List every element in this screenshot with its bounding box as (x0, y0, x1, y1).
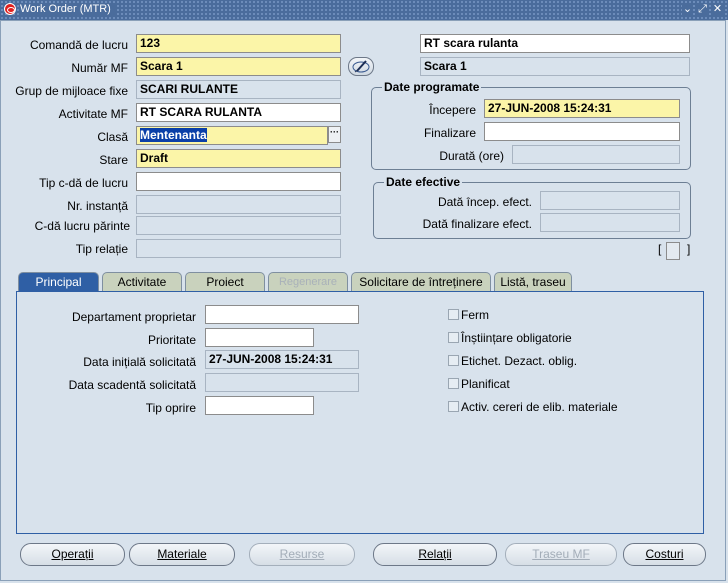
tip-cda-field[interactable] (136, 172, 341, 191)
window-title: Work Order (MTR) (20, 3, 115, 15)
cda-parinte-field[interactable] (136, 216, 341, 235)
tab-activitate[interactable]: Activitate (102, 272, 182, 292)
pen-icon (352, 60, 370, 73)
etichet-label: Etichet. Dezact. oblig. (461, 354, 578, 368)
comanda-field[interactable]: 123 (136, 34, 341, 53)
nr-instanta-label: Nr. instanță (67, 199, 128, 213)
costuri-button[interactable]: Costuri (623, 543, 706, 566)
tip-cda-label: Tip c-dă de lucru (39, 176, 128, 190)
prioritate-label: Prioritate (147, 333, 196, 347)
tip-relatie-field[interactable] (136, 239, 341, 258)
tip-oprire-field[interactable] (205, 396, 314, 415)
traseu-mf-label: Traseu MF (532, 547, 590, 561)
actual-end-field[interactable] (540, 213, 680, 232)
tab-proiect[interactable]: Proiect (185, 272, 265, 292)
actual-start-field[interactable] (540, 191, 680, 210)
checkbox-icon (448, 378, 459, 390)
start-label: Începere (429, 103, 476, 117)
ferm-checkbox[interactable]: Ferm (448, 308, 489, 322)
checkbox-icon (448, 309, 459, 321)
ferm-label: Ferm (461, 308, 489, 322)
costuri-label: Costuri (645, 547, 684, 561)
activ-cereri-checkbox[interactable]: Activ. cereri de elib. materiale (448, 400, 618, 414)
start-date-field[interactable]: 27-JUN-2008 15:24:31 (484, 99, 680, 118)
activitate-field[interactable]: RT SCARA RULANTA (136, 103, 341, 122)
prioritate-field[interactable] (205, 328, 314, 347)
list-of-values-button[interactable]: ··· (328, 126, 341, 143)
clasa-selected-text: Mentenanta (140, 128, 207, 142)
operatii-button[interactable]: Operații (20, 543, 125, 566)
data-scadenta-field[interactable] (205, 373, 359, 392)
traseu-mf-button[interactable]: Traseu MF (505, 543, 617, 566)
record-indicator: [ ] (658, 242, 690, 260)
duration-label: Durată (ore) (439, 149, 504, 163)
materiale-button[interactable]: Materiale (129, 543, 235, 566)
data-initiala-field[interactable]: 27-JUN-2008 15:24:31 (205, 350, 359, 369)
data-scadenta-label: Data scadentă solicitată (68, 378, 196, 392)
tip-relatie-label: Tip relație (75, 242, 128, 256)
end-date-field[interactable] (484, 122, 680, 141)
comanda-label: Comandă de lucru (29, 38, 128, 52)
maximize-icon[interactable]: ⤢ (697, 3, 708, 15)
stare-field[interactable]: Draft (136, 149, 341, 168)
stare-label: Stare (99, 153, 128, 167)
departament-field[interactable] (205, 305, 359, 324)
activ-cereri-label: Activ. cereri de elib. materiale (461, 400, 618, 414)
tab-regenerare[interactable]: Regenerare (268, 272, 348, 292)
tab-principal[interactable]: Principal (18, 272, 99, 293)
indicator-left-bracket: [ (658, 242, 662, 256)
tab-lista-traseu[interactable]: Listă, traseu (494, 272, 572, 292)
checkbox-icon (448, 401, 459, 413)
checkbox-icon (448, 332, 459, 344)
grup-label: Grup de mijloace fixe (15, 84, 128, 98)
indicator-box[interactable] (666, 242, 680, 260)
resurse-button[interactable]: Resurse (249, 543, 355, 566)
activitate-label: Activitate MF (58, 107, 128, 121)
relatii-label: Relații (418, 547, 452, 561)
actual-end-label: Dată finalizare efect. (422, 217, 532, 231)
checkbox-icon (448, 355, 459, 367)
edit-description-button[interactable] (348, 57, 374, 76)
clasa-label: Clasă (97, 130, 128, 144)
etichet-checkbox[interactable]: Etichet. Dezact. oblig. (448, 354, 577, 368)
departament-label: Departament proprietar (71, 310, 196, 324)
actual-start-label: Dată încep. efect. (437, 195, 532, 209)
minimize-icon[interactable]: ⌄ (682, 3, 693, 15)
cda-parinte-label: C-dă lucru părinte (34, 219, 130, 233)
end-label: Finalizare (423, 126, 476, 140)
tab-solicitare[interactable]: Solicitare de întreținere (351, 272, 491, 292)
instiintare-label: Înștiințare obligatorie (461, 331, 572, 345)
planificat-checkbox[interactable]: Planificat (448, 377, 510, 391)
scheduled-dates-title: Date programate (382, 80, 482, 94)
instiintare-checkbox[interactable]: Înștiințare obligatorie (448, 331, 572, 345)
oracle-logo-icon (4, 3, 16, 15)
asset-description-field[interactable]: Scara 1 (420, 57, 690, 76)
duration-field[interactable] (512, 145, 680, 164)
numar-mf-label: Număr MF (71, 61, 128, 75)
numar-mf-field[interactable]: Scara 1 (136, 57, 341, 76)
resurse-label: Resurse (279, 547, 325, 561)
grup-field[interactable]: SCARI RULANTE (136, 80, 341, 99)
description-field[interactable]: RT scara rulanta (420, 34, 690, 53)
data-initiala-label: Data inițială solicitată (83, 355, 196, 369)
operatii-label: Operații (51, 547, 94, 561)
clasa-field[interactable]: Mentenanta (136, 126, 328, 145)
indicator-right-bracket: ] (687, 242, 691, 256)
nr-instanta-field[interactable] (136, 195, 341, 214)
tip-oprire-label: Tip oprire (145, 401, 196, 415)
materiale-label: Materiale (157, 547, 207, 561)
title-bar: Work Order (MTR) ⌄ ⤢ ✕ (0, 0, 728, 20)
relatii-button[interactable]: Relații (373, 543, 497, 566)
planificat-label: Planificat (461, 377, 510, 391)
actual-dates-title: Date efective (384, 175, 463, 189)
close-icon[interactable]: ✕ (712, 3, 723, 15)
